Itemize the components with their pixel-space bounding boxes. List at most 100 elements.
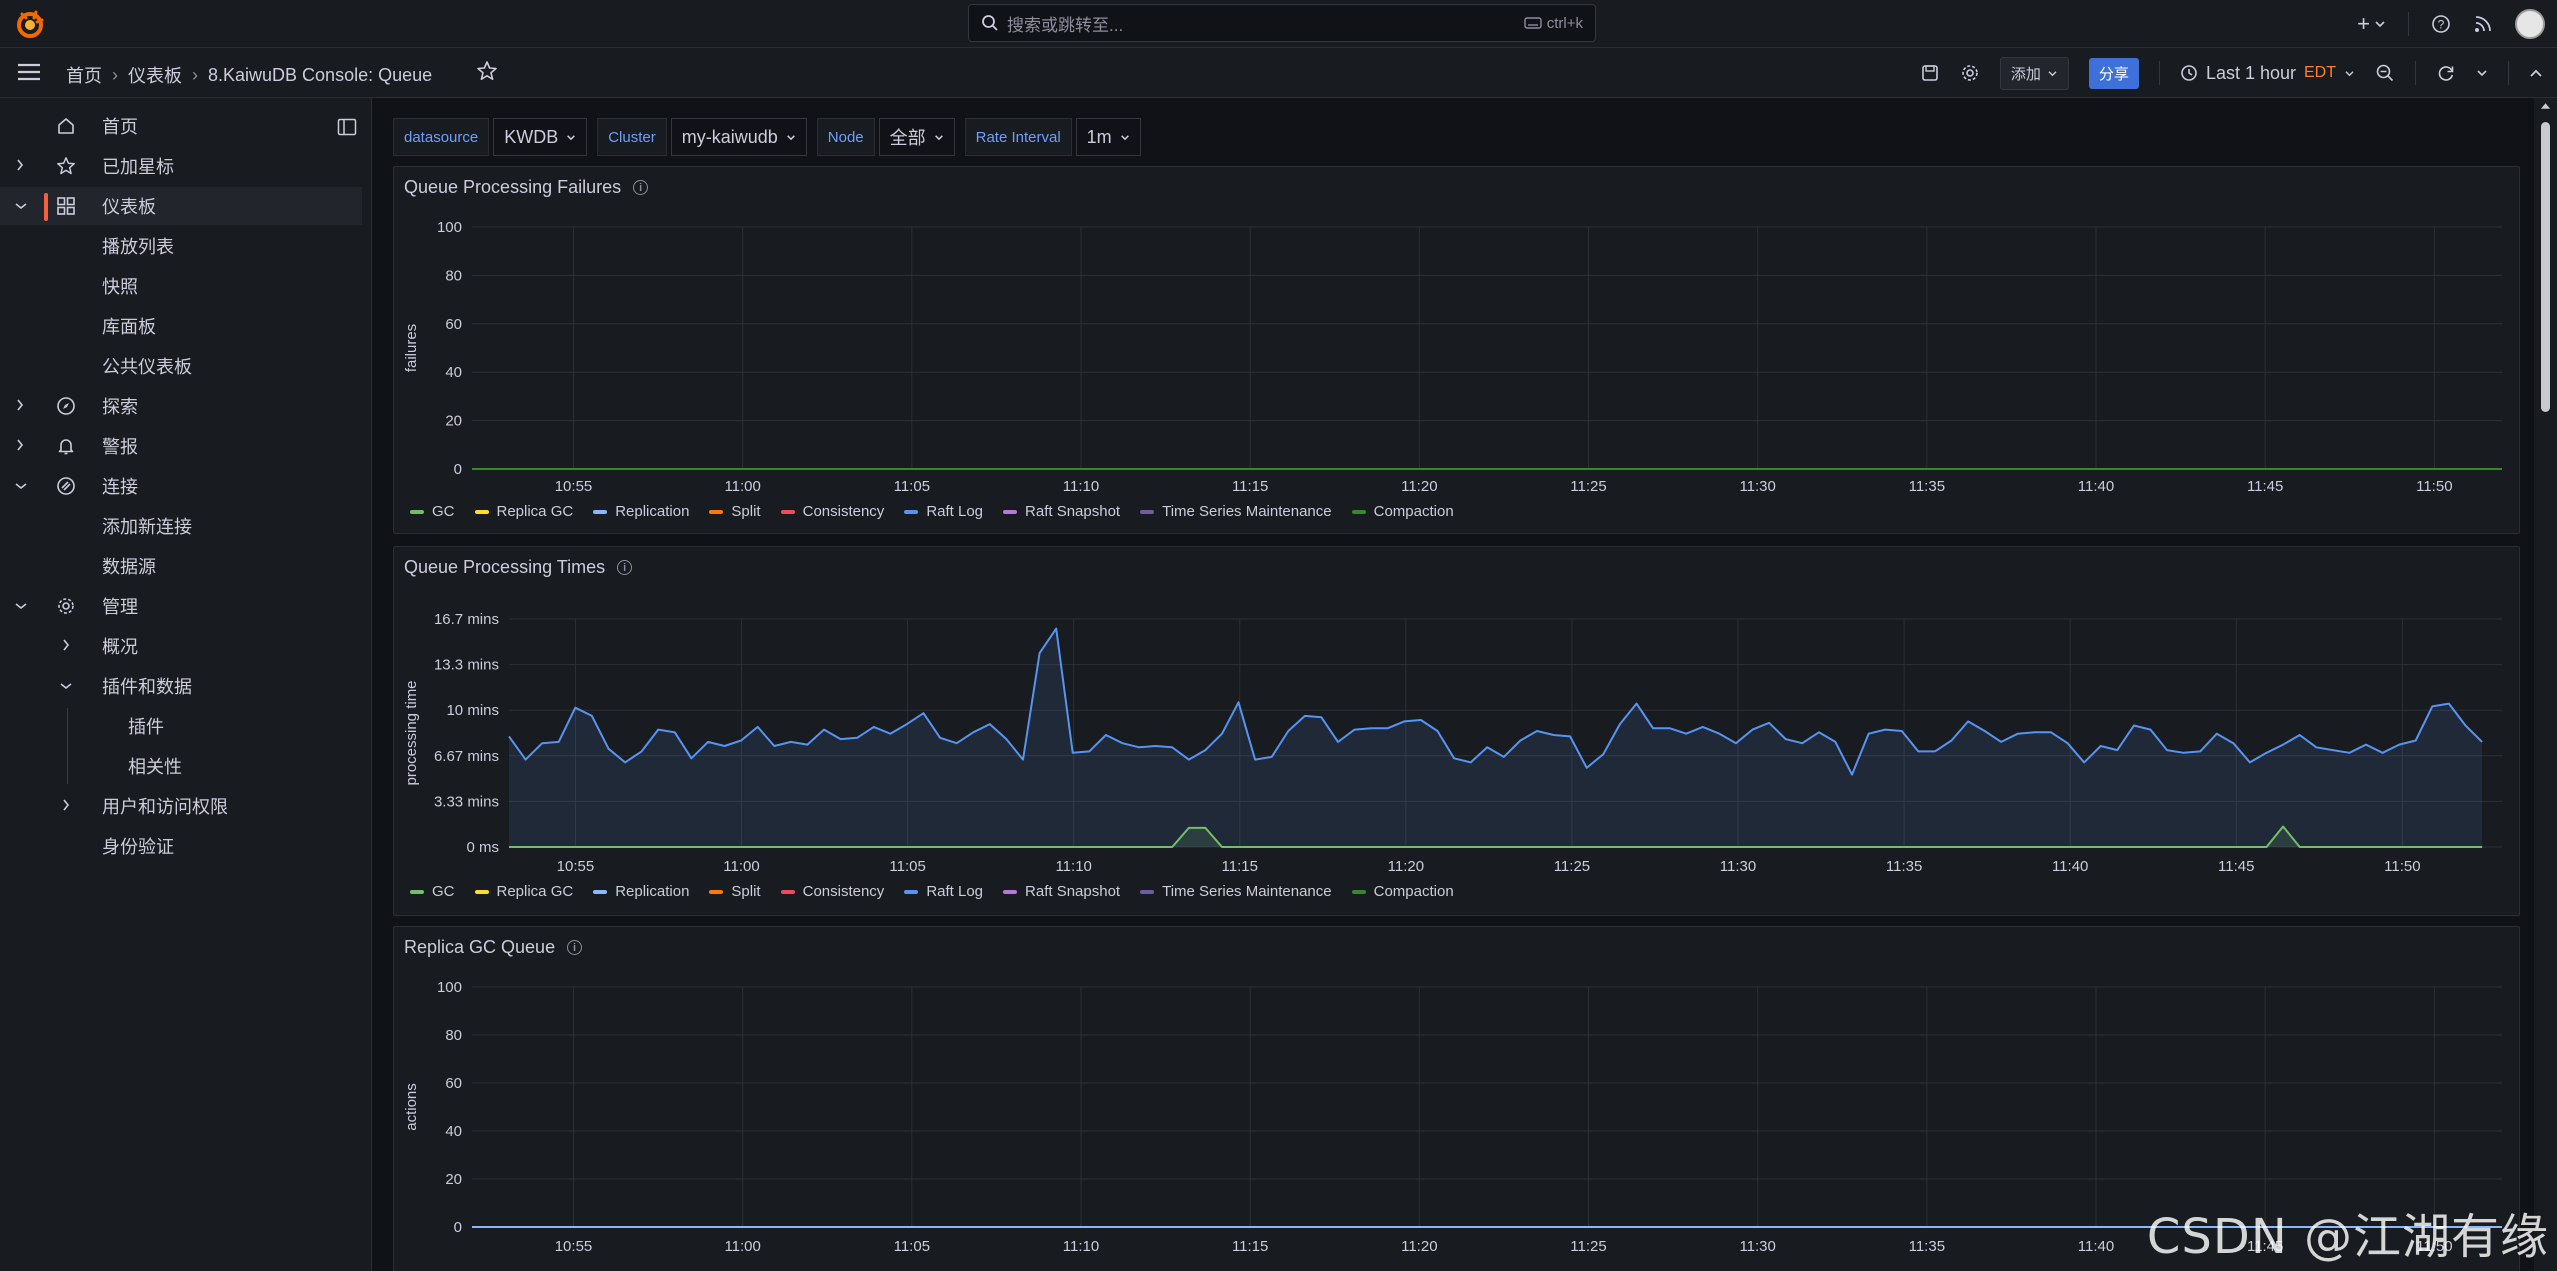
- sidebar-item-explore[interactable]: 探索: [0, 387, 362, 425]
- legend-item[interactable]: Replica GC: [474, 503, 573, 520]
- x-tick-label: 11:35: [1886, 858, 1922, 875]
- sidebar-item-administration[interactable]: 管理: [0, 587, 362, 625]
- menu-toggle-icon[interactable]: [16, 62, 42, 82]
- variable-node: Node 全部: [816, 118, 955, 156]
- legend-item[interactable]: Compaction: [1351, 883, 1454, 900]
- sidebar-item-general[interactable]: 概况: [0, 627, 362, 665]
- breadcrumb-dashboards[interactable]: 仪表板: [128, 62, 182, 88]
- chevron-down-icon[interactable]: [14, 202, 28, 210]
- rss-news-icon[interactable]: [2473, 14, 2493, 34]
- x-tick-label: 11:25: [1570, 478, 1606, 495]
- sidebar-item-data-sources[interactable]: 数据源: [0, 547, 362, 585]
- x-tick-label: 11:30: [1720, 858, 1756, 875]
- variable-select[interactable]: 全部: [878, 118, 955, 156]
- sidebar-item-connections[interactable]: 连接: [0, 467, 362, 505]
- legend-item[interactable]: Replication: [593, 503, 689, 520]
- legend-item[interactable]: Consistency: [780, 883, 885, 900]
- variable-select[interactable]: my-kaiwudb: [670, 118, 807, 156]
- sidebar-item-users-and-access[interactable]: 用户和访问权限: [0, 787, 362, 825]
- star-dashboard-icon[interactable]: [476, 60, 498, 82]
- y-tick-label: 60: [445, 316, 462, 333]
- legend-item[interactable]: Time Series Maintenance: [1140, 503, 1332, 520]
- variable-select[interactable]: 1m: [1075, 118, 1141, 156]
- x-tick-label: 11:05: [894, 1238, 930, 1255]
- add-button[interactable]: 添加: [1999, 56, 2069, 90]
- divider: [2415, 61, 2416, 85]
- variable-label: datasource: [393, 118, 490, 156]
- x-tick-label: 11:50: [2416, 478, 2452, 495]
- legend-item[interactable]: Raft Snapshot: [1003, 503, 1120, 520]
- share-button[interactable]: 分享: [2088, 57, 2139, 89]
- breadcrumb-home[interactable]: 首页: [66, 62, 102, 88]
- legend-item[interactable]: GC: [410, 503, 455, 520]
- help-icon[interactable]: ?: [2431, 14, 2451, 34]
- grafana-logo-icon[interactable]: [14, 8, 46, 40]
- sidebar-item-label: 身份验证: [102, 837, 174, 857]
- settings-gear-icon[interactable]: [1960, 63, 1980, 83]
- chevron-right-icon[interactable]: [16, 398, 24, 412]
- sidebar-item-plugins[interactable]: 插件: [0, 707, 362, 745]
- legend-label: GC: [432, 883, 455, 900]
- variable-value: 1m: [1086, 126, 1112, 147]
- scroll-up-icon[interactable]: [2540, 102, 2551, 110]
- x-tick-label: 11:30: [1739, 1238, 1775, 1255]
- legend-item[interactable]: Raft Log: [904, 883, 983, 900]
- legend-item[interactable]: Time Series Maintenance: [1140, 883, 1332, 900]
- sidebar-item-alerting[interactable]: 警报: [0, 427, 362, 465]
- connection-icon: [57, 477, 75, 495]
- legend-item[interactable]: Raft Log: [904, 503, 983, 520]
- y-tick-label: 100: [437, 979, 462, 996]
- sidebar-item-label: 仪表板: [102, 197, 156, 217]
- new-menu-button[interactable]: +: [2357, 11, 2386, 37]
- time-range-picker[interactable]: Last 1 hour EDT: [2180, 63, 2355, 84]
- legend-item[interactable]: Raft Snapshot: [1003, 883, 1120, 900]
- sidebar-item-authentication[interactable]: 身份验证: [0, 827, 362, 865]
- legend-label: Consistency: [802, 883, 885, 900]
- legend-item[interactable]: Split: [709, 503, 761, 520]
- sidebar-item-correlations[interactable]: 相关性: [0, 747, 362, 785]
- legend-item[interactable]: Replication: [593, 883, 689, 900]
- panel-queue-processing-times[interactable]: Queue Processing Times i 0 ms 3.33 mins 6.…: [393, 546, 2520, 916]
- user-avatar[interactable]: [2515, 9, 2545, 39]
- panel-queue-processing-failures[interactable]: Queue Processing Failures i 0 20 40 60 80 100…: [393, 166, 2520, 534]
- legend-swatch: [474, 509, 489, 514]
- legend-item[interactable]: Compaction: [1351, 503, 1454, 520]
- chevron-right-icon[interactable]: [16, 438, 24, 452]
- legend-item[interactable]: GC: [410, 883, 455, 900]
- sidebar-item-add-connection[interactable]: 添加新连接: [0, 507, 362, 545]
- chevron-right-icon[interactable]: [16, 158, 24, 172]
- legend-item[interactable]: Consistency: [780, 503, 884, 520]
- sidebar-item-plugins-and-data[interactable]: 插件和数据: [0, 667, 362, 705]
- sidebar-item-home[interactable]: 首页: [0, 107, 362, 145]
- legend-item[interactable]: Replica GC: [474, 883, 573, 900]
- save-icon[interactable]: [1920, 63, 1940, 83]
- variable-select[interactable]: KWDB: [493, 118, 588, 156]
- y-tick-label: 3.33 mins: [434, 793, 499, 810]
- x-tick-label: 11:40: [2052, 858, 2088, 875]
- chevron-right-icon[interactable]: [62, 638, 70, 652]
- zoom-out-icon[interactable]: [2375, 63, 2395, 83]
- sidebar-item-snapshots[interactable]: 快照: [0, 267, 362, 305]
- legend-item[interactable]: Split: [709, 883, 761, 900]
- search-bar[interactable]: 搜索或跳转至... ctrl+k: [968, 4, 1596, 42]
- chevron-right-icon[interactable]: [62, 798, 70, 812]
- chevron-down-icon[interactable]: [59, 682, 73, 690]
- svg-text:?: ?: [2438, 18, 2445, 32]
- sidebar-item-public-dashboards[interactable]: 公共仪表板: [0, 347, 362, 385]
- sidebar-item-dashboards[interactable]: 仪表板: [0, 187, 362, 225]
- sidebar-item-library-panels[interactable]: 库面板: [0, 307, 362, 345]
- refresh-icon[interactable]: [2436, 63, 2456, 83]
- legend-label: Compaction: [1373, 503, 1454, 520]
- scrollbar-thumb[interactable]: [2541, 122, 2550, 412]
- refresh-interval-chevron-icon[interactable]: [2476, 69, 2488, 77]
- sidebar-item-playlists[interactable]: 播放列表: [0, 227, 362, 265]
- collapse-up-icon[interactable]: [2529, 68, 2543, 78]
- x-tick-label: 11:40: [2078, 1238, 2114, 1255]
- chevron-down-icon[interactable]: [14, 482, 28, 490]
- legend-swatch: [780, 509, 795, 514]
- sidebar-item-starred[interactable]: 已加星标: [0, 147, 362, 185]
- chevron-down-icon[interactable]: [14, 602, 28, 610]
- x-tick-label: 11:40: [2078, 478, 2114, 495]
- page-scrollbar[interactable]: [2534, 98, 2557, 1271]
- y-tick-label: 13.3 mins: [434, 657, 499, 674]
